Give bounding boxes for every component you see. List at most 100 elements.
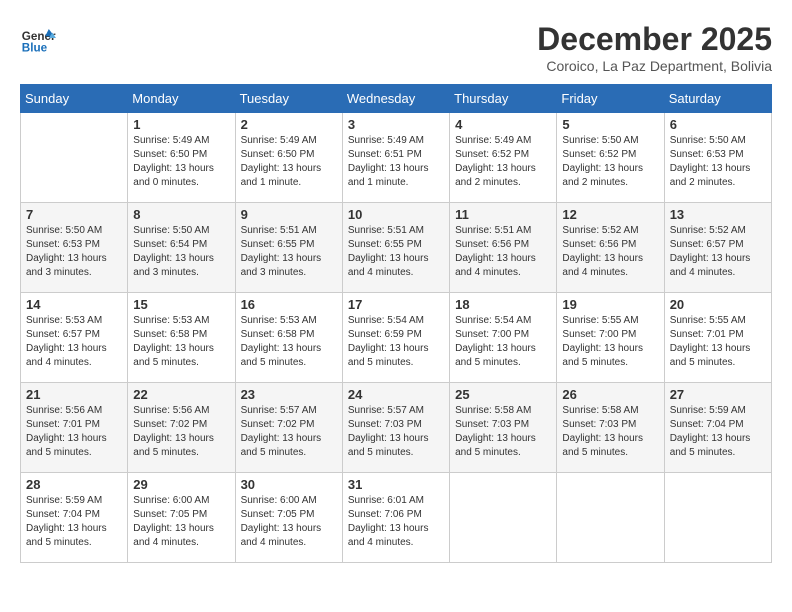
header-thursday: Thursday: [450, 85, 557, 113]
svg-text:Blue: Blue: [22, 42, 48, 55]
calendar-cell: 5 Sunrise: 5:50 AM Sunset: 6:52 PM Daylig…: [557, 113, 664, 203]
calendar-cell: 25 Sunrise: 5:58 AM Sunset: 7:03 PM Dayli…: [450, 383, 557, 473]
day-number: 7: [26, 207, 122, 222]
header-tuesday: Tuesday: [235, 85, 342, 113]
calendar-cell: 8 Sunrise: 5:50 AM Sunset: 6:54 PM Daylig…: [128, 203, 235, 293]
day-number: 19: [562, 297, 658, 312]
calendar-cell: 15Sunrise: 5:53 AM Sunset: 6:58 PM Dayli…: [128, 293, 235, 383]
logo-icon: General Blue: [20, 20, 56, 56]
day-info: Sunrise: 5:58 AM Sunset: 7:03 PM Dayligh…: [562, 404, 658, 460]
day-info: Sunrise: 5:54 AM Sunset: 6:59 PM Dayligh…: [348, 314, 444, 370]
day-number: 10: [348, 207, 444, 222]
calendar-cell: [21, 113, 128, 203]
day-number: 30: [241, 477, 337, 492]
header-saturday: Saturday: [664, 85, 771, 113]
calendar-cell: [664, 473, 771, 563]
header-sunday: Sunday: [21, 85, 128, 113]
day-info: Sunrise: 5:55 AM Sunset: 7:00 PM Dayligh…: [562, 314, 658, 370]
day-info: Sunrise: 5:54 AM Sunset: 7:00 PM Dayligh…: [455, 314, 551, 370]
day-info: Sunrise: 5:55 AM Sunset: 7:01 PM Dayligh…: [670, 314, 766, 370]
calendar-cell: 23Sunrise: 5:57 AM Sunset: 7:02 PM Dayli…: [235, 383, 342, 473]
day-info: Sunrise: 5:53 AM Sunset: 6:58 PM Dayligh…: [133, 314, 229, 370]
header-monday: Monday: [128, 85, 235, 113]
calendar-cell: 2Sunrise: 5:49 AM Sunset: 6:50 PM Daylig…: [235, 113, 342, 203]
day-info: Sunrise: 5:49 AM Sunset: 6:52 PM Dayligh…: [455, 134, 551, 190]
calendar-week-5: 28 Sunrise: 5:59 AM Sunset: 7:04 PM Dayli…: [21, 473, 772, 563]
calendar-cell: 16Sunrise: 5:53 AM Sunset: 6:58 PM Dayli…: [235, 293, 342, 383]
calendar-cell: 9 Sunrise: 5:51 AM Sunset: 6:55 PM Daylig…: [235, 203, 342, 293]
calendar-table: SundayMondayTuesdayWednesdayThursdayFrid…: [20, 84, 772, 563]
day-number: 5: [562, 117, 658, 132]
day-info: Sunrise: 6:01 AM Sunset: 7:06 PM Dayligh…: [348, 494, 444, 550]
calendar-cell: 14 Sunrise: 5:53 AM Sunset: 6:57 PM Dayli…: [21, 293, 128, 383]
calendar-cell: 20 Sunrise: 5:55 AM Sunset: 7:01 PM Dayli…: [664, 293, 771, 383]
day-info: Sunrise: 5:51 AM Sunset: 6:56 PM Dayligh…: [455, 224, 551, 280]
calendar-cell: 7 Sunrise: 5:50 AM Sunset: 6:53 PM Daylig…: [21, 203, 128, 293]
calendar-cell: 19 Sunrise: 5:55 AM Sunset: 7:00 PM Dayli…: [557, 293, 664, 383]
day-info: Sunrise: 5:50 AM Sunset: 6:52 PM Dayligh…: [562, 134, 658, 190]
day-info: Sunrise: 5:58 AM Sunset: 7:03 PM Dayligh…: [455, 404, 551, 460]
calendar-cell: [557, 473, 664, 563]
day-info: Sunrise: 5:57 AM Sunset: 7:02 PM Dayligh…: [241, 404, 337, 460]
day-number: 17: [348, 297, 444, 312]
day-info: Sunrise: 5:50 AM Sunset: 6:53 PM Dayligh…: [670, 134, 766, 190]
day-number: 6: [670, 117, 766, 132]
day-number: 3: [348, 117, 444, 132]
calendar-cell: 12Sunrise: 5:52 AM Sunset: 6:56 PM Dayli…: [557, 203, 664, 293]
calendar-cell: 27 Sunrise: 5:59 AM Sunset: 7:04 PM Dayli…: [664, 383, 771, 473]
calendar-cell: 21 Sunrise: 5:56 AM Sunset: 7:01 PM Dayli…: [21, 383, 128, 473]
day-number: 13: [670, 207, 766, 222]
title-area: December 2025 Coroico, La Paz Department…: [537, 20, 772, 74]
calendar-week-2: 7 Sunrise: 5:50 AM Sunset: 6:53 PM Daylig…: [21, 203, 772, 293]
day-number: 22: [133, 387, 229, 402]
day-info: Sunrise: 5:57 AM Sunset: 7:03 PM Dayligh…: [348, 404, 444, 460]
day-info: Sunrise: 5:59 AM Sunset: 7:04 PM Dayligh…: [26, 494, 122, 550]
location: Coroico, La Paz Department, Bolivia: [537, 58, 772, 74]
day-number: 11: [455, 207, 551, 222]
logo: General Blue: [20, 20, 56, 56]
calendar-cell: [450, 473, 557, 563]
day-number: 9: [241, 207, 337, 222]
header-wednesday: Wednesday: [342, 85, 449, 113]
day-number: 8: [133, 207, 229, 222]
day-number: 24: [348, 387, 444, 402]
day-number: 31: [348, 477, 444, 492]
day-info: Sunrise: 5:53 AM Sunset: 6:58 PM Dayligh…: [241, 314, 337, 370]
calendar-body: 1Sunrise: 5:49 AM Sunset: 6:50 PM Daylig…: [21, 113, 772, 563]
day-number: 27: [670, 387, 766, 402]
day-number: 18: [455, 297, 551, 312]
calendar-week-1: 1Sunrise: 5:49 AM Sunset: 6:50 PM Daylig…: [21, 113, 772, 203]
calendar-cell: 18 Sunrise: 5:54 AM Sunset: 7:00 PM Dayli…: [450, 293, 557, 383]
day-number: 29: [133, 477, 229, 492]
day-info: Sunrise: 5:56 AM Sunset: 7:02 PM Dayligh…: [133, 404, 229, 460]
calendar-cell: 13 Sunrise: 5:52 AM Sunset: 6:57 PM Dayli…: [664, 203, 771, 293]
day-info: Sunrise: 5:52 AM Sunset: 6:57 PM Dayligh…: [670, 224, 766, 280]
calendar-cell: 1Sunrise: 5:49 AM Sunset: 6:50 PM Daylig…: [128, 113, 235, 203]
day-info: Sunrise: 5:49 AM Sunset: 6:51 PM Dayligh…: [348, 134, 444, 190]
calendar-cell: 11 Sunrise: 5:51 AM Sunset: 6:56 PM Dayli…: [450, 203, 557, 293]
day-info: Sunrise: 6:00 AM Sunset: 7:05 PM Dayligh…: [241, 494, 337, 550]
day-number: 28: [26, 477, 122, 492]
calendar-cell: 24 Sunrise: 5:57 AM Sunset: 7:03 PM Dayli…: [342, 383, 449, 473]
calendar-cell: 22 Sunrise: 5:56 AM Sunset: 7:02 PM Dayli…: [128, 383, 235, 473]
day-info: Sunrise: 5:59 AM Sunset: 7:04 PM Dayligh…: [670, 404, 766, 460]
day-number: 2: [241, 117, 337, 132]
calendar-cell: 10Sunrise: 5:51 AM Sunset: 6:55 PM Dayli…: [342, 203, 449, 293]
day-number: 4: [455, 117, 551, 132]
calendar-week-3: 14 Sunrise: 5:53 AM Sunset: 6:57 PM Dayli…: [21, 293, 772, 383]
day-number: 20: [670, 297, 766, 312]
day-info: Sunrise: 5:51 AM Sunset: 6:55 PM Dayligh…: [241, 224, 337, 280]
calendar-cell: 30 Sunrise: 6:00 AM Sunset: 7:05 PM Dayli…: [235, 473, 342, 563]
day-number: 21: [26, 387, 122, 402]
day-info: Sunrise: 5:50 AM Sunset: 6:53 PM Dayligh…: [26, 224, 122, 280]
day-number: 14: [26, 297, 122, 312]
day-info: Sunrise: 5:50 AM Sunset: 6:54 PM Dayligh…: [133, 224, 229, 280]
calendar-cell: 4 Sunrise: 5:49 AM Sunset: 6:52 PM Daylig…: [450, 113, 557, 203]
calendar-cell: 29Sunrise: 6:00 AM Sunset: 7:05 PM Dayli…: [128, 473, 235, 563]
day-info: Sunrise: 5:53 AM Sunset: 6:57 PM Dayligh…: [26, 314, 122, 370]
day-info: Sunrise: 5:56 AM Sunset: 7:01 PM Dayligh…: [26, 404, 122, 460]
day-info: Sunrise: 5:52 AM Sunset: 6:56 PM Dayligh…: [562, 224, 658, 280]
calendar-cell: 6 Sunrise: 5:50 AM Sunset: 6:53 PM Daylig…: [664, 113, 771, 203]
day-number: 25: [455, 387, 551, 402]
calendar-cell: 17 Sunrise: 5:54 AM Sunset: 6:59 PM Dayli…: [342, 293, 449, 383]
